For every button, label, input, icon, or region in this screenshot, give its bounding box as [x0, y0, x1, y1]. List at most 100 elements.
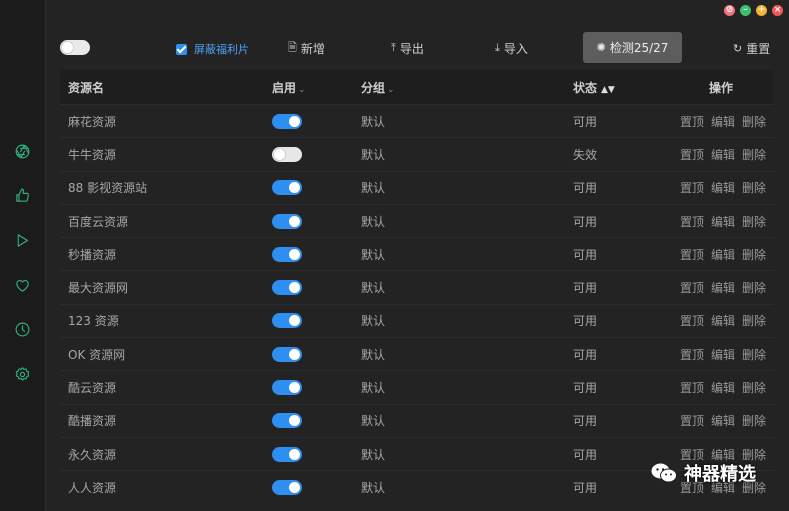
- check-button-label: 检测25/27: [609, 41, 669, 55]
- cell-name: 最大资源网: [68, 281, 129, 296]
- enable-toggle[interactable]: [272, 246, 302, 262]
- sidebar: [0, 0, 46, 511]
- cell-status: 可用: [573, 381, 598, 396]
- enable-toggle[interactable]: [272, 413, 302, 429]
- maximize-icon: +: [757, 5, 766, 15]
- minimize-button[interactable]: –: [740, 5, 751, 16]
- table-row: 最大资源网 默认 可用 置顶 编辑 删除: [60, 270, 774, 303]
- table-row: 123 资源 默认 可用 置顶 编辑 删除: [60, 303, 774, 337]
- sidebar-item-settings[interactable]: [0, 361, 45, 387]
- import-button[interactable]: ⤓ 导入: [495, 34, 528, 62]
- enable-toggle[interactable]: [272, 346, 302, 362]
- enable-toggle[interactable]: [272, 313, 302, 329]
- delete-button[interactable]: 删除: [742, 412, 766, 429]
- enable-toggle[interactable]: [272, 479, 302, 495]
- header-group-label: 分组: [361, 80, 386, 95]
- cell-group: 默认: [361, 181, 386, 196]
- sidebar-item-play[interactable]: [0, 227, 45, 253]
- cell-enable: [272, 479, 361, 495]
- pin-top-button[interactable]: 置顶: [680, 279, 704, 296]
- settings-icon: [15, 366, 30, 381]
- delete-button[interactable]: 删除: [742, 279, 766, 296]
- table-row: 88 影视资源站 默认 可用 置顶 编辑 删除: [60, 170, 774, 204]
- pin-top-button[interactable]: 置顶: [680, 312, 704, 329]
- edit-button[interactable]: 编辑: [711, 412, 735, 429]
- delete-button[interactable]: 删除: [742, 312, 766, 329]
- delete-button[interactable]: 删除: [742, 246, 766, 263]
- delete-button[interactable]: 删除: [742, 213, 766, 230]
- enable-toggle[interactable]: [272, 180, 302, 196]
- pin-top-button[interactable]: 置顶: [680, 213, 704, 230]
- edit-button[interactable]: 编辑: [711, 379, 735, 396]
- delete-button[interactable]: 删除: [742, 379, 766, 396]
- sidebar-item-history[interactable]: [0, 316, 45, 342]
- enable-toggle[interactable]: [272, 280, 302, 296]
- pin-top-button[interactable]: 置顶: [680, 412, 704, 429]
- pin-top-button[interactable]: 置顶: [680, 246, 704, 263]
- edit-button[interactable]: 编辑: [711, 113, 735, 130]
- filter-checkbox[interactable]: [176, 43, 187, 55]
- pin-top-button[interactable]: 置顶: [680, 379, 704, 396]
- enable-toggle[interactable]: [272, 213, 302, 229]
- delete-button[interactable]: 删除: [742, 146, 766, 163]
- check-button[interactable]: ✺ 检测25/27: [583, 32, 682, 63]
- watermark: 神器精选: [650, 460, 756, 486]
- header-status[interactable]: 状态 ▲▼: [573, 79, 668, 96]
- export-button-label: 导出: [399, 41, 424, 56]
- close-button[interactable]: ×: [772, 5, 783, 16]
- add-button[interactable]: 🗎 新增: [288, 34, 325, 62]
- cell-group: 默认: [361, 314, 386, 329]
- chevron-down-icon: ⌄: [298, 84, 306, 95]
- cell-name: 酷播资源: [68, 414, 117, 429]
- edit-button[interactable]: 编辑: [711, 346, 735, 363]
- cell-status: 可用: [573, 347, 598, 362]
- pin-top-button[interactable]: 置顶: [680, 346, 704, 363]
- cell-ops: 置顶 编辑 删除: [668, 346, 774, 363]
- sidebar-item-favorites[interactable]: [0, 272, 45, 298]
- export-button[interactable]: ⤒ 导出: [391, 34, 424, 62]
- pin-top-button[interactable]: 置顶: [680, 179, 704, 196]
- edit-button[interactable]: 编辑: [711, 279, 735, 296]
- sidebar-item-aperture[interactable]: [0, 138, 45, 164]
- cell-group: 默认: [361, 414, 386, 429]
- header-enable[interactable]: 启用 ⌄: [272, 79, 361, 96]
- reset-button[interactable]: ↻ 重置: [733, 34, 770, 62]
- pin-top-button[interactable]: 置顶: [680, 113, 704, 130]
- delete-button[interactable]: 删除: [742, 346, 766, 363]
- delete-button[interactable]: 删除: [742, 179, 766, 196]
- edit-button[interactable]: 编辑: [711, 146, 735, 163]
- master-toggle[interactable]: [60, 40, 90, 55]
- pin-icon: ⊘: [725, 5, 734, 15]
- table-row: 牛牛资源 默认 失效 置顶 编辑 删除: [60, 137, 774, 170]
- cell-name: 麻花资源: [68, 114, 117, 129]
- enable-toggle[interactable]: [272, 380, 302, 396]
- edit-button[interactable]: 编辑: [711, 213, 735, 230]
- filter-checkbox-label: 屏蔽福利片: [194, 43, 249, 56]
- maximize-button[interactable]: +: [756, 5, 767, 16]
- enable-toggle[interactable]: [272, 146, 302, 162]
- edit-button[interactable]: 编辑: [711, 179, 735, 196]
- delete-button[interactable]: 删除: [742, 113, 766, 130]
- cell-name: 永久资源: [68, 447, 117, 462]
- header-group[interactable]: 分组 ⌄: [361, 79, 573, 96]
- sort-icon[interactable]: ▲▼: [601, 85, 615, 95]
- enable-toggle[interactable]: [272, 446, 302, 462]
- pin-button[interactable]: ⊘: [724, 5, 735, 16]
- header-name[interactable]: 资源名: [60, 79, 272, 96]
- cell-group: 默认: [361, 381, 386, 396]
- cell-enable: [272, 213, 361, 229]
- edit-button[interactable]: 编辑: [711, 312, 735, 329]
- enable-toggle[interactable]: [272, 113, 302, 129]
- cell-enable: [272, 280, 361, 296]
- edit-button[interactable]: 编辑: [711, 246, 735, 263]
- thumbs-up-icon: [16, 188, 29, 202]
- cell-name: 百度云资源: [68, 214, 129, 229]
- cell-name: OK 资源网: [68, 347, 126, 362]
- cell-ops: 置顶 编辑 删除: [668, 312, 774, 329]
- sidebar-item-recommend[interactable]: [0, 182, 45, 208]
- filter-checkbox-wrap[interactable]: 屏蔽福利片: [176, 41, 249, 57]
- pin-top-button[interactable]: 置顶: [680, 146, 704, 163]
- download-icon: ⤓: [495, 41, 500, 54]
- heart-icon: [16, 279, 29, 292]
- cell-ops: 置顶 编辑 删除: [668, 146, 774, 163]
